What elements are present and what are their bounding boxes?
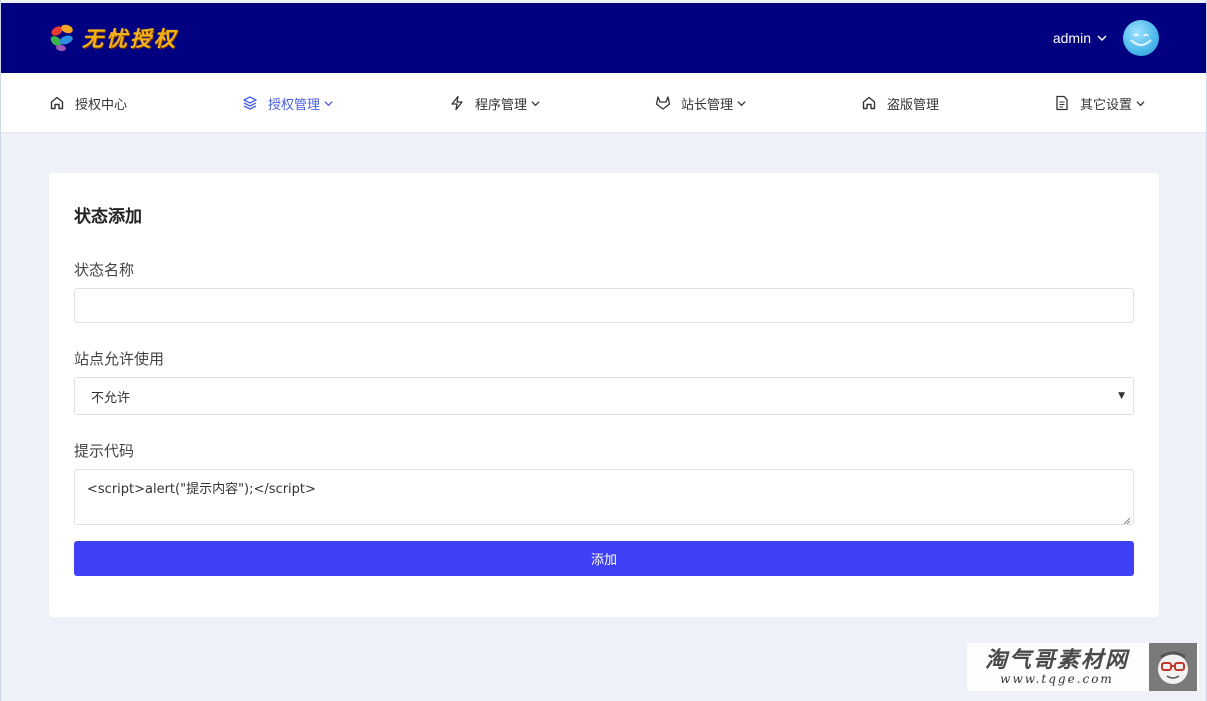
nav-item-label: 站长管理 <box>681 97 734 113</box>
tip-code-textarea[interactable]: <script>alert("提示内容");</script> <box>74 469 1134 525</box>
bolt-icon <box>449 95 465 111</box>
nav-item-label: 程序管理 <box>475 97 528 113</box>
chevron-down-icon <box>737 99 746 108</box>
logo-icon <box>48 22 80 54</box>
main-nav: 授权中心 授权管理 程序管理 站长管理 盗版管理 其它设置 <box>1 73 1206 133</box>
site-allow-label: 站点允许使用 <box>74 350 165 368</box>
layers-icon <box>242 95 258 111</box>
tip-code-label: 提示代码 <box>74 442 135 460</box>
nav-item-webmaster-manage[interactable]: 站长管理 <box>655 73 746 133</box>
nav-item-auth-manage[interactable]: 授权管理 <box>242 73 333 133</box>
nav-item-piracy-manage[interactable]: 盗版管理 <box>861 73 939 133</box>
nav-item-auth-center[interactable]: 授权中心 <box>49 73 127 133</box>
status-name-label: 状态名称 <box>74 261 135 279</box>
chevron-down-icon <box>531 99 540 108</box>
watermark: 淘气哥素材网 www.tqge.com <box>967 643 1199 691</box>
nav-item-other-settings[interactable]: 其它设置 <box>1054 73 1145 133</box>
nav-item-label: 授权管理 <box>268 97 321 113</box>
form-card: 状态添加 状态名称 站点允许使用 不允许 ▼ 提示代码 <script>aler… <box>49 173 1159 617</box>
nav-item-label: 盗版管理 <box>887 97 940 113</box>
nav-item-label: 其它设置 <box>1080 97 1133 113</box>
nav-item-program-manage[interactable]: 程序管理 <box>449 73 540 133</box>
top-header: 无忧授权 admin <box>1 3 1206 73</box>
brand-logo[interactable]: 无忧授权 <box>48 22 178 54</box>
home-icon <box>49 95 65 111</box>
brand-name: 无忧授权 <box>82 26 178 51</box>
site-allow-value: 不允许 <box>91 390 131 406</box>
user-menu[interactable]: admin <box>1053 30 1107 46</box>
user-name-label: admin <box>1052 30 1091 46</box>
dropdown-arrow-icon: ▼ <box>1118 391 1125 401</box>
document-icon <box>1054 95 1070 111</box>
watermark-logo-icon <box>1149 643 1197 691</box>
site-allow-select[interactable]: 不允许 ▼ <box>74 377 1134 415</box>
page-title: 状态添加 <box>74 207 142 227</box>
watermark-title: 淘气哥素材网 <box>984 647 1129 673</box>
watermark-text-block: 淘气哥素材网 www.tqge.com <box>967 648 1147 686</box>
home-icon <box>861 95 877 111</box>
chevron-down-icon <box>1097 30 1107 46</box>
nav-item-label: 授权中心 <box>75 97 128 113</box>
add-button[interactable]: 添加 <box>74 541 1134 576</box>
chevron-down-icon <box>324 99 333 108</box>
app-frame: 无忧授权 admin 授权中心 授权管理 程序管理 站长管理 盗版管理 其它设置… <box>0 0 1207 701</box>
resize-handle-icon[interactable] <box>1123 514 1131 525</box>
user-area: admin <box>1053 20 1159 56</box>
watermark-url: www.tqge.com <box>1000 672 1114 686</box>
tip-code-value: <script>alert("提示内容");</script> <box>87 482 316 497</box>
gitlab-icon <box>655 95 671 111</box>
chevron-down-icon <box>1136 99 1145 108</box>
avatar[interactable] <box>1123 20 1159 56</box>
status-name-input[interactable] <box>74 288 1134 323</box>
